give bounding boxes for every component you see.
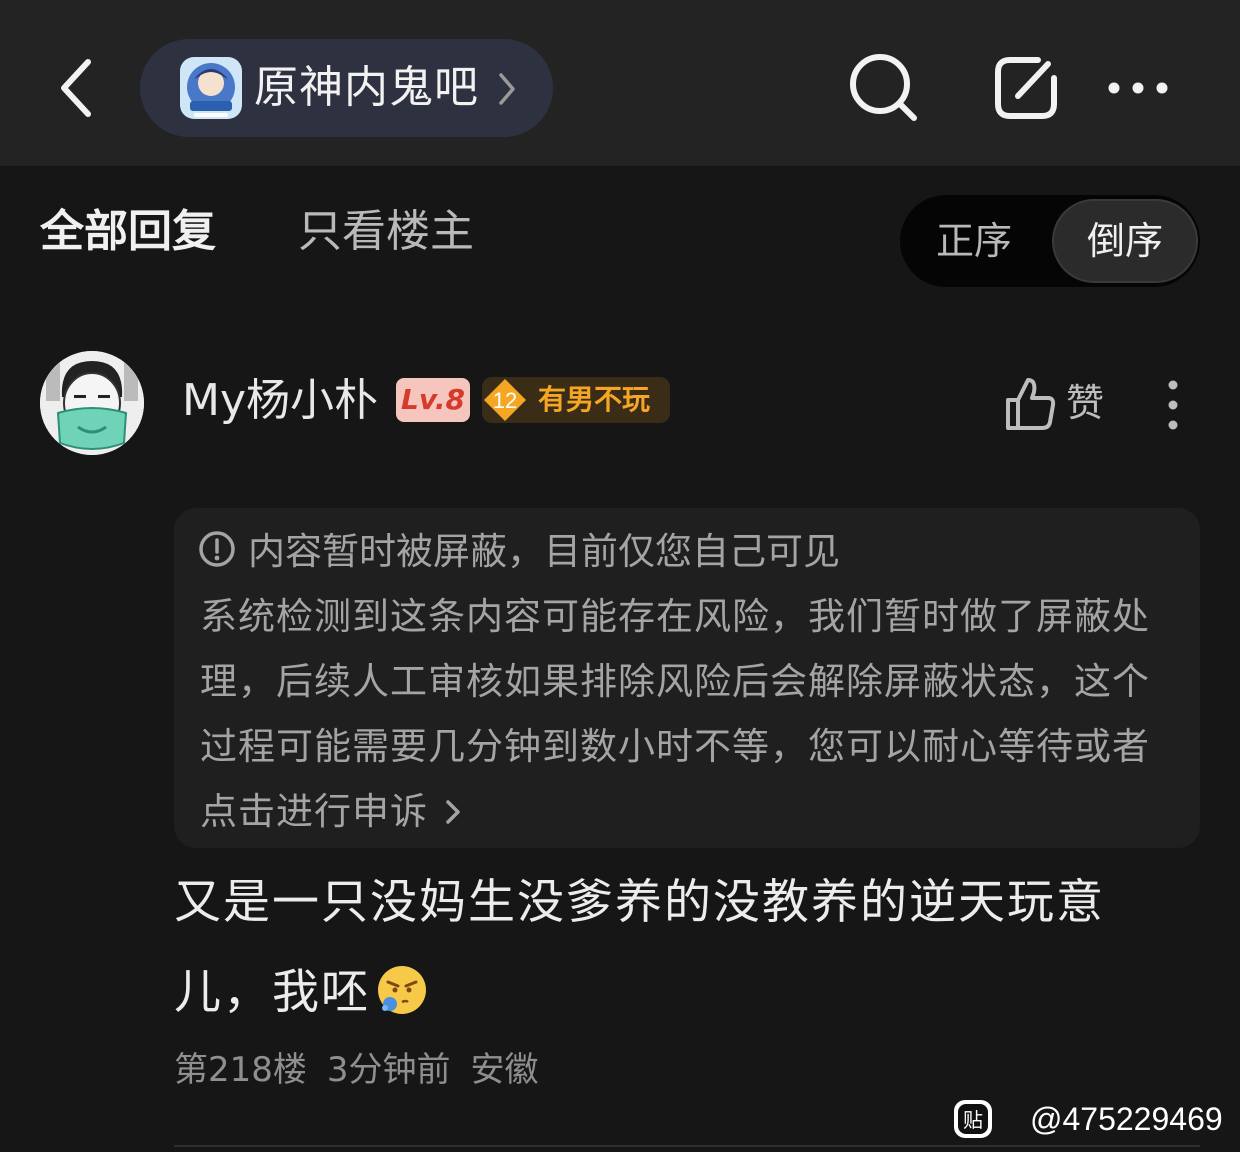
more-horizontal-icon bbox=[1108, 82, 1168, 94]
like-button[interactable]: 赞 bbox=[1004, 374, 1114, 434]
forum-name: 原神内鬼吧 bbox=[254, 62, 479, 113]
more-vertical-icon bbox=[1168, 380, 1178, 430]
notice-body-text: 系统检测到这条内容可能存在风险，我们暂时做了屏蔽处理，后续人工审核如果排除风险后… bbox=[200, 595, 1150, 768]
back-button[interactable] bbox=[44, 50, 108, 126]
level-badge: Lv.8 bbox=[396, 378, 470, 422]
title-badge-text: 有男不玩 bbox=[538, 383, 651, 416]
chevron-right-icon bbox=[499, 73, 515, 105]
tab-op-only[interactable]: 只看楼主 bbox=[298, 206, 474, 258]
order-desc-button[interactable]: 倒序 bbox=[1052, 199, 1198, 283]
tieba-logo-char: 贴 bbox=[963, 1108, 983, 1132]
watermark-text: @475229469 bbox=[1030, 1100, 1223, 1137]
like-label: 赞 bbox=[1066, 381, 1105, 425]
search-button[interactable] bbox=[846, 50, 922, 126]
chevron-right-icon bbox=[446, 800, 460, 824]
order-asc-button[interactable]: 正序 bbox=[936, 215, 1012, 267]
post-time: 3分钟前 bbox=[326, 1050, 451, 1090]
search-icon bbox=[850, 54, 917, 121]
title-badge: 12 有男不玩 bbox=[482, 377, 670, 423]
notice-body: 系统检测到这条内容可能存在风险，我们暂时做了屏蔽处理，后续人工审核如果排除风险后… bbox=[200, 584, 1180, 844]
forum-logo-icon bbox=[180, 57, 242, 119]
comment-text: 又是一只没妈生没爹养的没教养的逆天玩意儿，我呸 bbox=[174, 875, 1105, 1020]
sort-bar: 全部回复 只看楼主 正序 倒序 bbox=[0, 166, 1240, 306]
post-meta: 第218楼 3分钟前 安徽 bbox=[174, 1046, 559, 1094]
tab-all-replies[interactable]: 全部回复 bbox=[40, 206, 216, 258]
appeal-link[interactable]: 点击进行申诉 bbox=[200, 790, 428, 833]
post-more-button[interactable] bbox=[1156, 378, 1190, 432]
username[interactable]: My杨小朴 bbox=[182, 372, 378, 430]
title-badge-diamond-icon: 12 bbox=[484, 379, 526, 421]
floor-number: 第218楼 bbox=[174, 1050, 307, 1090]
watermark: 贴 @475229469 bbox=[952, 1096, 1223, 1142]
order-toggle: 正序 倒序 bbox=[900, 195, 1200, 287]
more-options-button[interactable] bbox=[1104, 70, 1172, 106]
thumbs-up-icon bbox=[1006, 378, 1056, 430]
edit-button[interactable] bbox=[990, 52, 1062, 124]
forum-entry-button[interactable]: 原神内鬼吧 bbox=[140, 39, 553, 137]
spitting-face-emoji bbox=[378, 965, 426, 1014]
tieba-logo-icon: 贴 bbox=[954, 1100, 992, 1138]
avatar[interactable] bbox=[40, 351, 144, 455]
divider bbox=[174, 1145, 1200, 1147]
blocked-content-notice: 内容暂时被屏蔽，目前仅您自己可见 系统检测到这条内容可能存在风险，我们暂时做了屏… bbox=[174, 508, 1200, 848]
post-location: 安徽 bbox=[470, 1050, 539, 1090]
edit-icon bbox=[995, 57, 1057, 119]
info-icon bbox=[199, 531, 235, 567]
top-bar: 原神内鬼吧 bbox=[0, 0, 1240, 166]
back-arrow-icon bbox=[61, 59, 91, 117]
title-badge-level: 12 bbox=[493, 388, 517, 413]
notice-title: 内容暂时被屏蔽，目前仅您自己可见 bbox=[248, 530, 840, 573]
comment-content: 又是一只没妈生没爹养的没教养的逆天玩意儿，我呸 bbox=[174, 858, 1174, 1038]
